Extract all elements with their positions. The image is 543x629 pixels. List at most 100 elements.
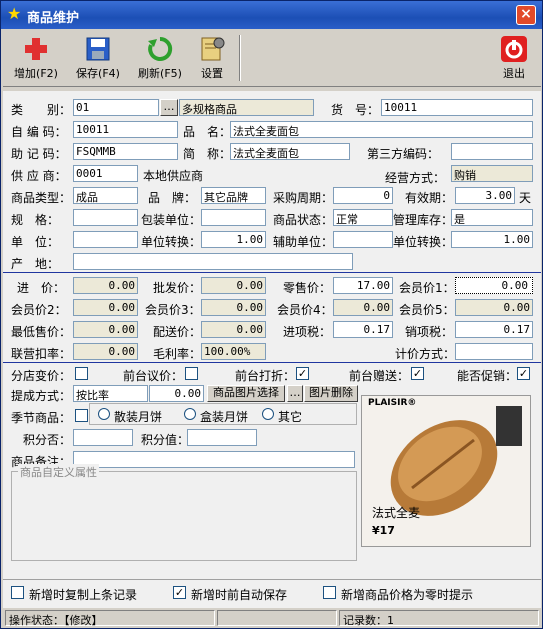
purchase-price-input[interactable]: 0.00: [73, 277, 138, 294]
plus-icon: [25, 38, 47, 60]
cycle-input[interactable]: 0: [333, 187, 393, 204]
front-discount-checkbox[interactable]: ✓: [296, 367, 309, 380]
front-gift-label: 前台赠送：: [349, 369, 410, 383]
input-tax-input[interactable]: 0.17: [333, 321, 393, 338]
aux-unit-label: 辅助单位：: [273, 235, 334, 249]
front-price-checkbox[interactable]: [185, 367, 198, 380]
member4-price-input[interactable]: 0.00: [333, 299, 393, 316]
auto-save-label: 新增时前自动保存: [191, 588, 288, 602]
min-price-input[interactable]: 0.00: [73, 321, 138, 338]
add-button[interactable]: 增加(F2): [7, 35, 65, 85]
supplier-label: 供 应 商：: [11, 169, 67, 183]
member2-price-input[interactable]: 0.00: [73, 299, 138, 316]
retail-price-input[interactable]: 17.00: [333, 277, 393, 294]
member3-price-input[interactable]: 0.00: [201, 299, 266, 316]
add-label: 增加(F2): [14, 67, 58, 80]
name-label: 品 名：: [183, 125, 232, 139]
brand-select[interactable]: 其它品牌: [201, 187, 266, 204]
output-tax-label: 销项税：: [405, 325, 454, 339]
conv-input[interactable]: 1.00: [201, 231, 266, 248]
pic-delete-button[interactable]: 图片删除: [304, 385, 358, 402]
product-image[interactable]: PLAISIR® 法式全麦 ¥17: [361, 395, 531, 547]
aux-unit-input[interactable]: [333, 231, 393, 248]
custom-attributes-caption: 商品自定义属性: [18, 464, 99, 480]
refresh-icon: [148, 36, 173, 61]
output-tax-input[interactable]: 0.17: [455, 321, 533, 338]
close-button[interactable]: ×: [516, 5, 536, 25]
valid-label: 有效期：: [405, 191, 454, 205]
mnemonic-label: 助 记 码：: [11, 147, 67, 161]
item-no-label: 货 号：: [331, 103, 380, 117]
price-mode-select[interactable]: [455, 343, 533, 360]
valid-input[interactable]: 3.00: [455, 187, 515, 204]
item-no-input[interactable]: 10011: [381, 99, 533, 116]
exit-label: 退出: [503, 67, 525, 80]
short-name-input[interactable]: 法式全麦面包: [230, 143, 350, 160]
points-input[interactable]: [73, 429, 133, 446]
member1-price-input[interactable]: 0.00: [455, 277, 533, 294]
input-tax-label: 进项税：: [283, 325, 332, 339]
commission-value-input[interactable]: 0.00: [149, 385, 204, 402]
stock-select[interactable]: 是: [451, 209, 533, 226]
type-select[interactable]: 成品: [73, 187, 138, 204]
spec-input[interactable]: [73, 209, 138, 226]
points-value-input[interactable]: [187, 429, 257, 446]
status-blank: [217, 610, 337, 626]
category-label: 类 别：: [11, 103, 72, 117]
margin-label: 毛利率：: [153, 347, 202, 361]
status-bar: 操作状态：【修改】 记录数：1: [3, 608, 541, 628]
mode-field[interactable]: 购销: [451, 165, 533, 182]
member1-price-label: 会员价1：: [399, 281, 455, 295]
wholesale-price-input[interactable]: 0.00: [201, 277, 266, 294]
third-code-input[interactable]: [451, 143, 533, 160]
save-button[interactable]: 保存(F4): [69, 35, 127, 85]
mnemonic-input[interactable]: FSQMMB: [73, 143, 178, 160]
copy-last-label: 新增时复制上条记录: [29, 588, 138, 602]
refresh-button[interactable]: 刷新(F5): [131, 35, 189, 85]
copy-last-checkbox[interactable]: [11, 586, 24, 599]
price-mode-label: 计价方式：: [395, 347, 456, 361]
unit-input[interactable]: [73, 231, 138, 248]
member1-price-value: 0.00: [501, 279, 529, 292]
settings-button[interactable]: 设置: [183, 35, 241, 85]
remark-input[interactable]: [73, 451, 355, 468]
status-select[interactable]: 正常: [333, 209, 393, 226]
season-radio-boxed[interactable]: [184, 408, 196, 420]
member3-price-label: 会员价3：: [145, 303, 201, 317]
origin-label: 产 地：: [11, 257, 60, 271]
commission-select[interactable]: 按比率: [73, 385, 148, 402]
image-product: 法式全麦: [372, 506, 421, 520]
type-label: 商品类型：: [11, 191, 72, 205]
season-radio-other[interactable]: [262, 408, 274, 420]
price-zero-checkbox[interactable]: [323, 586, 336, 599]
season-radio-bulk[interactable]: [98, 408, 110, 420]
save-label: 保存(F4): [76, 67, 120, 80]
valid-unit: 天: [519, 191, 532, 205]
auto-save-checkbox[interactable]: ✓: [173, 586, 186, 599]
front-gift-checkbox[interactable]: ✓: [411, 367, 424, 380]
form-panel: 类 别： 01 … 多规格商品 货 号： 10011 自 编 码： 10011 …: [3, 91, 541, 611]
member5-price-input[interactable]: 0.00: [455, 299, 533, 316]
pic-browse-button[interactable]: …: [287, 385, 303, 402]
joint-rate-input[interactable]: 0.00: [73, 343, 138, 360]
season-checkbox[interactable]: [75, 409, 88, 422]
record-count: 记录数：1: [339, 610, 539, 627]
store-price-checkbox[interactable]: [75, 367, 88, 380]
category-code-input[interactable]: 01: [73, 99, 159, 116]
season-options-group: 散装月饼 盒装月饼 其它: [89, 403, 357, 425]
dist-price-label: 配送价：: [153, 325, 202, 339]
exit-button[interactable]: 退出: [485, 35, 543, 85]
self-code-input[interactable]: 10011: [73, 121, 178, 138]
conv2-input[interactable]: 1.00: [451, 231, 533, 248]
min-price-label: 最低售价：: [11, 325, 72, 339]
dist-price-input[interactable]: 0.00: [201, 321, 266, 338]
pic-select-button[interactable]: 商品图片选择: [207, 385, 285, 402]
category-browse-button[interactable]: …: [160, 99, 178, 116]
pack-input[interactable]: [201, 209, 266, 226]
floppy-disk-icon: [86, 37, 110, 61]
name-input[interactable]: 法式全麦面包: [230, 121, 533, 138]
supplier-code-input[interactable]: 0001: [73, 165, 138, 182]
image-brand: PLAISIR®: [368, 398, 417, 408]
promo-checkbox[interactable]: ✓: [517, 367, 530, 380]
origin-input[interactable]: [73, 253, 353, 270]
